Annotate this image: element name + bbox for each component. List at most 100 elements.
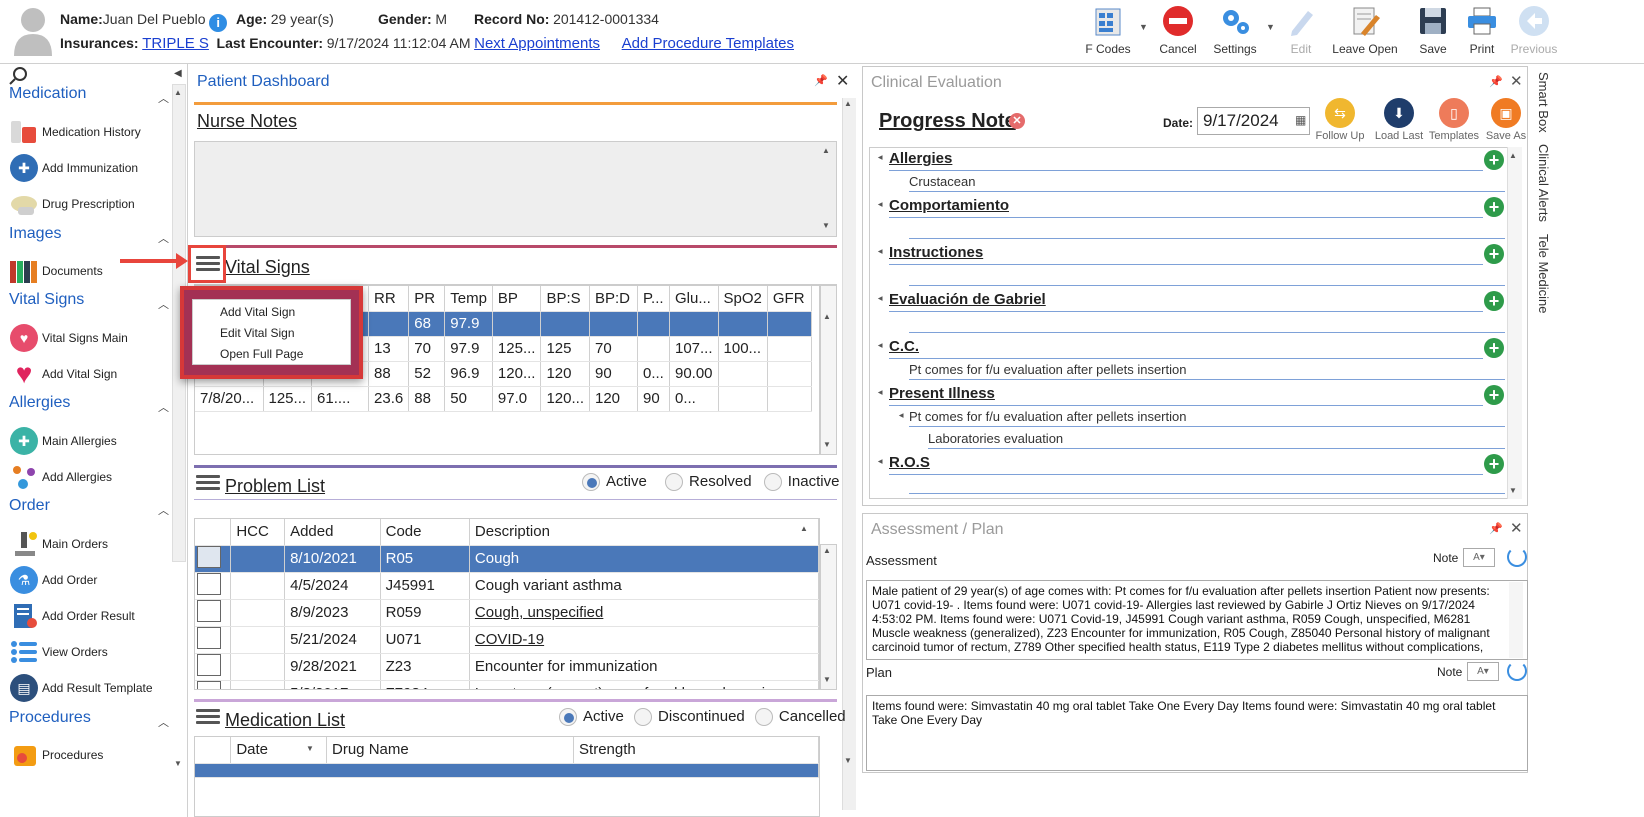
table-row[interactable]: 4/5/2024 J45991 Cough variant asthma	[195, 572, 819, 600]
subsection-collapse-icon[interactable]: ▲	[896, 412, 905, 420]
sidebar-item-add-allergies[interactable]: Add Allergies	[8, 462, 112, 492]
follow-up-button[interactable]: ⇆ Follow Up	[1315, 98, 1365, 142]
sidebar-item-vital-signs-main[interactable]: ♥ Vital Signs Main	[8, 323, 128, 353]
section-collapse-icon[interactable]: ▲	[875, 295, 884, 303]
sidebar-item-view-orders[interactable]: View Orders	[8, 637, 108, 667]
sidebar-item-add-vital-sign[interactable]: ♥ Add Vital Sign	[8, 359, 117, 389]
assessment-scrollbar[interactable]	[1509, 582, 1523, 658]
section-title[interactable]: C.C.	[889, 338, 919, 355]
table-row[interactable]: 8/9/2023 R059 Cough, unspecified	[195, 599, 819, 627]
sidebar-item-add-result-template[interactable]: ▤ Add Result Template	[8, 673, 153, 703]
scroll-down-icon[interactable]: ▼	[844, 756, 852, 765]
sidebar-section-order[interactable]: Order	[9, 497, 50, 515]
scroll-up-icon[interactable]: ▲	[1509, 151, 1517, 160]
row-checkbox[interactable]	[197, 545, 221, 568]
section-title[interactable]: Present Illness	[889, 385, 995, 402]
section-text[interactable]: Crustacean	[909, 174, 975, 189]
refresh-icon[interactable]	[1507, 661, 1527, 681]
column-header[interactable]: Drug Name	[326, 737, 575, 764]
section-collapse-icon[interactable]: ▲	[875, 389, 884, 397]
tab-smart-box[interactable]: Smart Box	[1536, 72, 1551, 133]
column-header[interactable]	[195, 519, 232, 546]
scroll-down-icon[interactable]: ▼	[174, 759, 182, 768]
save-button[interactable]: Save	[1415, 4, 1451, 60]
section-text[interactable]: Pt comes for f/u evaluation after pellet…	[909, 409, 1186, 424]
chevron-up-icon[interactable]: ︿	[158, 230, 169, 246]
row-checkbox[interactable]	[197, 680, 221, 689]
column-header[interactable]: RR	[368, 286, 410, 312]
row-checkbox[interactable]	[197, 572, 221, 595]
settings-button[interactable]: Settings	[1210, 4, 1260, 60]
refresh-icon[interactable]	[1507, 547, 1527, 567]
sidebar-item-main-allergies[interactable]: ✚ Main Allergies	[8, 426, 117, 456]
date-input[interactable]: 9/17/2024	[1197, 107, 1310, 135]
column-header[interactable]: Code	[380, 519, 470, 546]
scroll-up-icon[interactable]: ▲	[823, 546, 831, 555]
column-header[interactable]: P...	[637, 286, 670, 312]
column-header[interactable]: Description	[469, 519, 819, 546]
pin-icon[interactable]: 📌	[814, 74, 828, 87]
save-as-button[interactable]: ▣ Save As	[1481, 98, 1531, 142]
chevron-up-icon[interactable]: ︿	[158, 296, 169, 312]
close-icon[interactable]: ✕	[1510, 72, 1523, 90]
radio-active[interactable]: Active	[582, 473, 647, 492]
radio-inactive[interactable]: Inactive	[763, 473, 839, 492]
radio-active[interactable]: Active	[559, 708, 624, 727]
add-section-icon[interactable]: +	[1484, 338, 1504, 358]
menu-item-edit-vital-sign[interactable]: Edit Vital Sign	[220, 326, 295, 340]
nurse-notes-textarea[interactable]	[194, 141, 837, 237]
insurance-link[interactable]: TRIPLE S	[142, 35, 209, 52]
section-title[interactable]: R.O.S	[889, 454, 930, 471]
section-collapse-icon[interactable]: ▲	[875, 342, 884, 350]
edit-button[interactable]: Edit	[1283, 4, 1319, 60]
section-collapse-icon[interactable]: ▲	[875, 458, 884, 466]
pin-icon[interactable]: 📌	[1489, 75, 1503, 88]
sidebar-item-documents[interactable]: Documents	[8, 256, 103, 286]
radio-cancelled[interactable]: Cancelled	[754, 708, 846, 727]
assessment-textarea[interactable]: Male patient of 29 year(s) of age comes …	[866, 580, 1528, 660]
column-header[interactable]: GFR	[767, 286, 812, 312]
section-title[interactable]: Allergies	[889, 150, 952, 167]
table-row[interactable]: 5/21/2024 U071 COVID-19	[195, 626, 819, 654]
tab-clinical-alerts[interactable]: Clinical Alerts	[1536, 144, 1551, 222]
sidebar-section-medication[interactable]: Medication	[9, 85, 86, 103]
column-header[interactable]: Added	[284, 519, 381, 546]
print-button[interactable]: Print	[1462, 4, 1502, 60]
chevron-up-icon[interactable]: ︿	[158, 714, 169, 730]
column-header[interactable]: PR	[408, 286, 446, 312]
sidebar-section-vital-signs[interactable]: Vital Signs	[9, 291, 84, 309]
sort-icon[interactable]: ▲	[800, 524, 808, 533]
scroll-down-icon[interactable]: ▼	[1509, 486, 1517, 495]
column-header[interactable]: Temp	[444, 286, 493, 312]
scroll-up-icon[interactable]: ▲	[174, 88, 182, 97]
row-checkbox[interactable]	[197, 626, 221, 649]
close-icon[interactable]: ✕	[1510, 519, 1523, 537]
column-header[interactable]: BP	[492, 286, 542, 312]
section-title[interactable]: Evaluación de Gabriel	[889, 291, 1046, 308]
collapse-sidebar-icon[interactable]: ◀	[174, 68, 182, 79]
sidebar-section-procedures[interactable]: Procedures	[9, 709, 91, 727]
pin-icon[interactable]: 📌	[1489, 522, 1503, 535]
medication-list-menu-icon[interactable]	[196, 706, 220, 727]
add-section-icon[interactable]: +	[1484, 150, 1504, 170]
section-text[interactable]: Pt comes for f/u evaluation after pellet…	[909, 362, 1186, 377]
scroll-down-icon[interactable]: ▼	[823, 440, 831, 449]
calendar-icon[interactable]: ▦	[1295, 113, 1306, 127]
add-section-icon[interactable]: +	[1484, 454, 1504, 474]
radio-resolved[interactable]: Resolved	[665, 473, 752, 492]
section-collapse-icon[interactable]: ▲	[875, 154, 884, 162]
column-header[interactable]	[195, 737, 232, 764]
scroll-down-icon[interactable]: ▼	[823, 675, 831, 684]
chevron-up-icon[interactable]: ︿	[158, 399, 169, 415]
problem-list-menu-icon[interactable]	[196, 472, 220, 493]
sidebar-item-main-orders[interactable]: Main Orders	[8, 529, 108, 559]
templates-button[interactable]: ▯ Templates	[1427, 98, 1481, 142]
subsection-text[interactable]: Laboratories evaluation	[928, 431, 1063, 446]
column-header[interactable]: Glu...	[669, 286, 719, 312]
section-collapse-icon[interactable]: ▲	[875, 201, 884, 209]
section-title[interactable]: Instructiones	[889, 244, 983, 261]
info-icon[interactable]: i	[209, 14, 228, 32]
cancel-button[interactable]: Cancel	[1156, 4, 1200, 60]
table-row[interactable]: 7/8/20... 125... 61.... 23.6 88 50 97.0 120... 1…	[195, 386, 812, 412]
remove-note-icon[interactable]: ✕	[1009, 113, 1025, 129]
